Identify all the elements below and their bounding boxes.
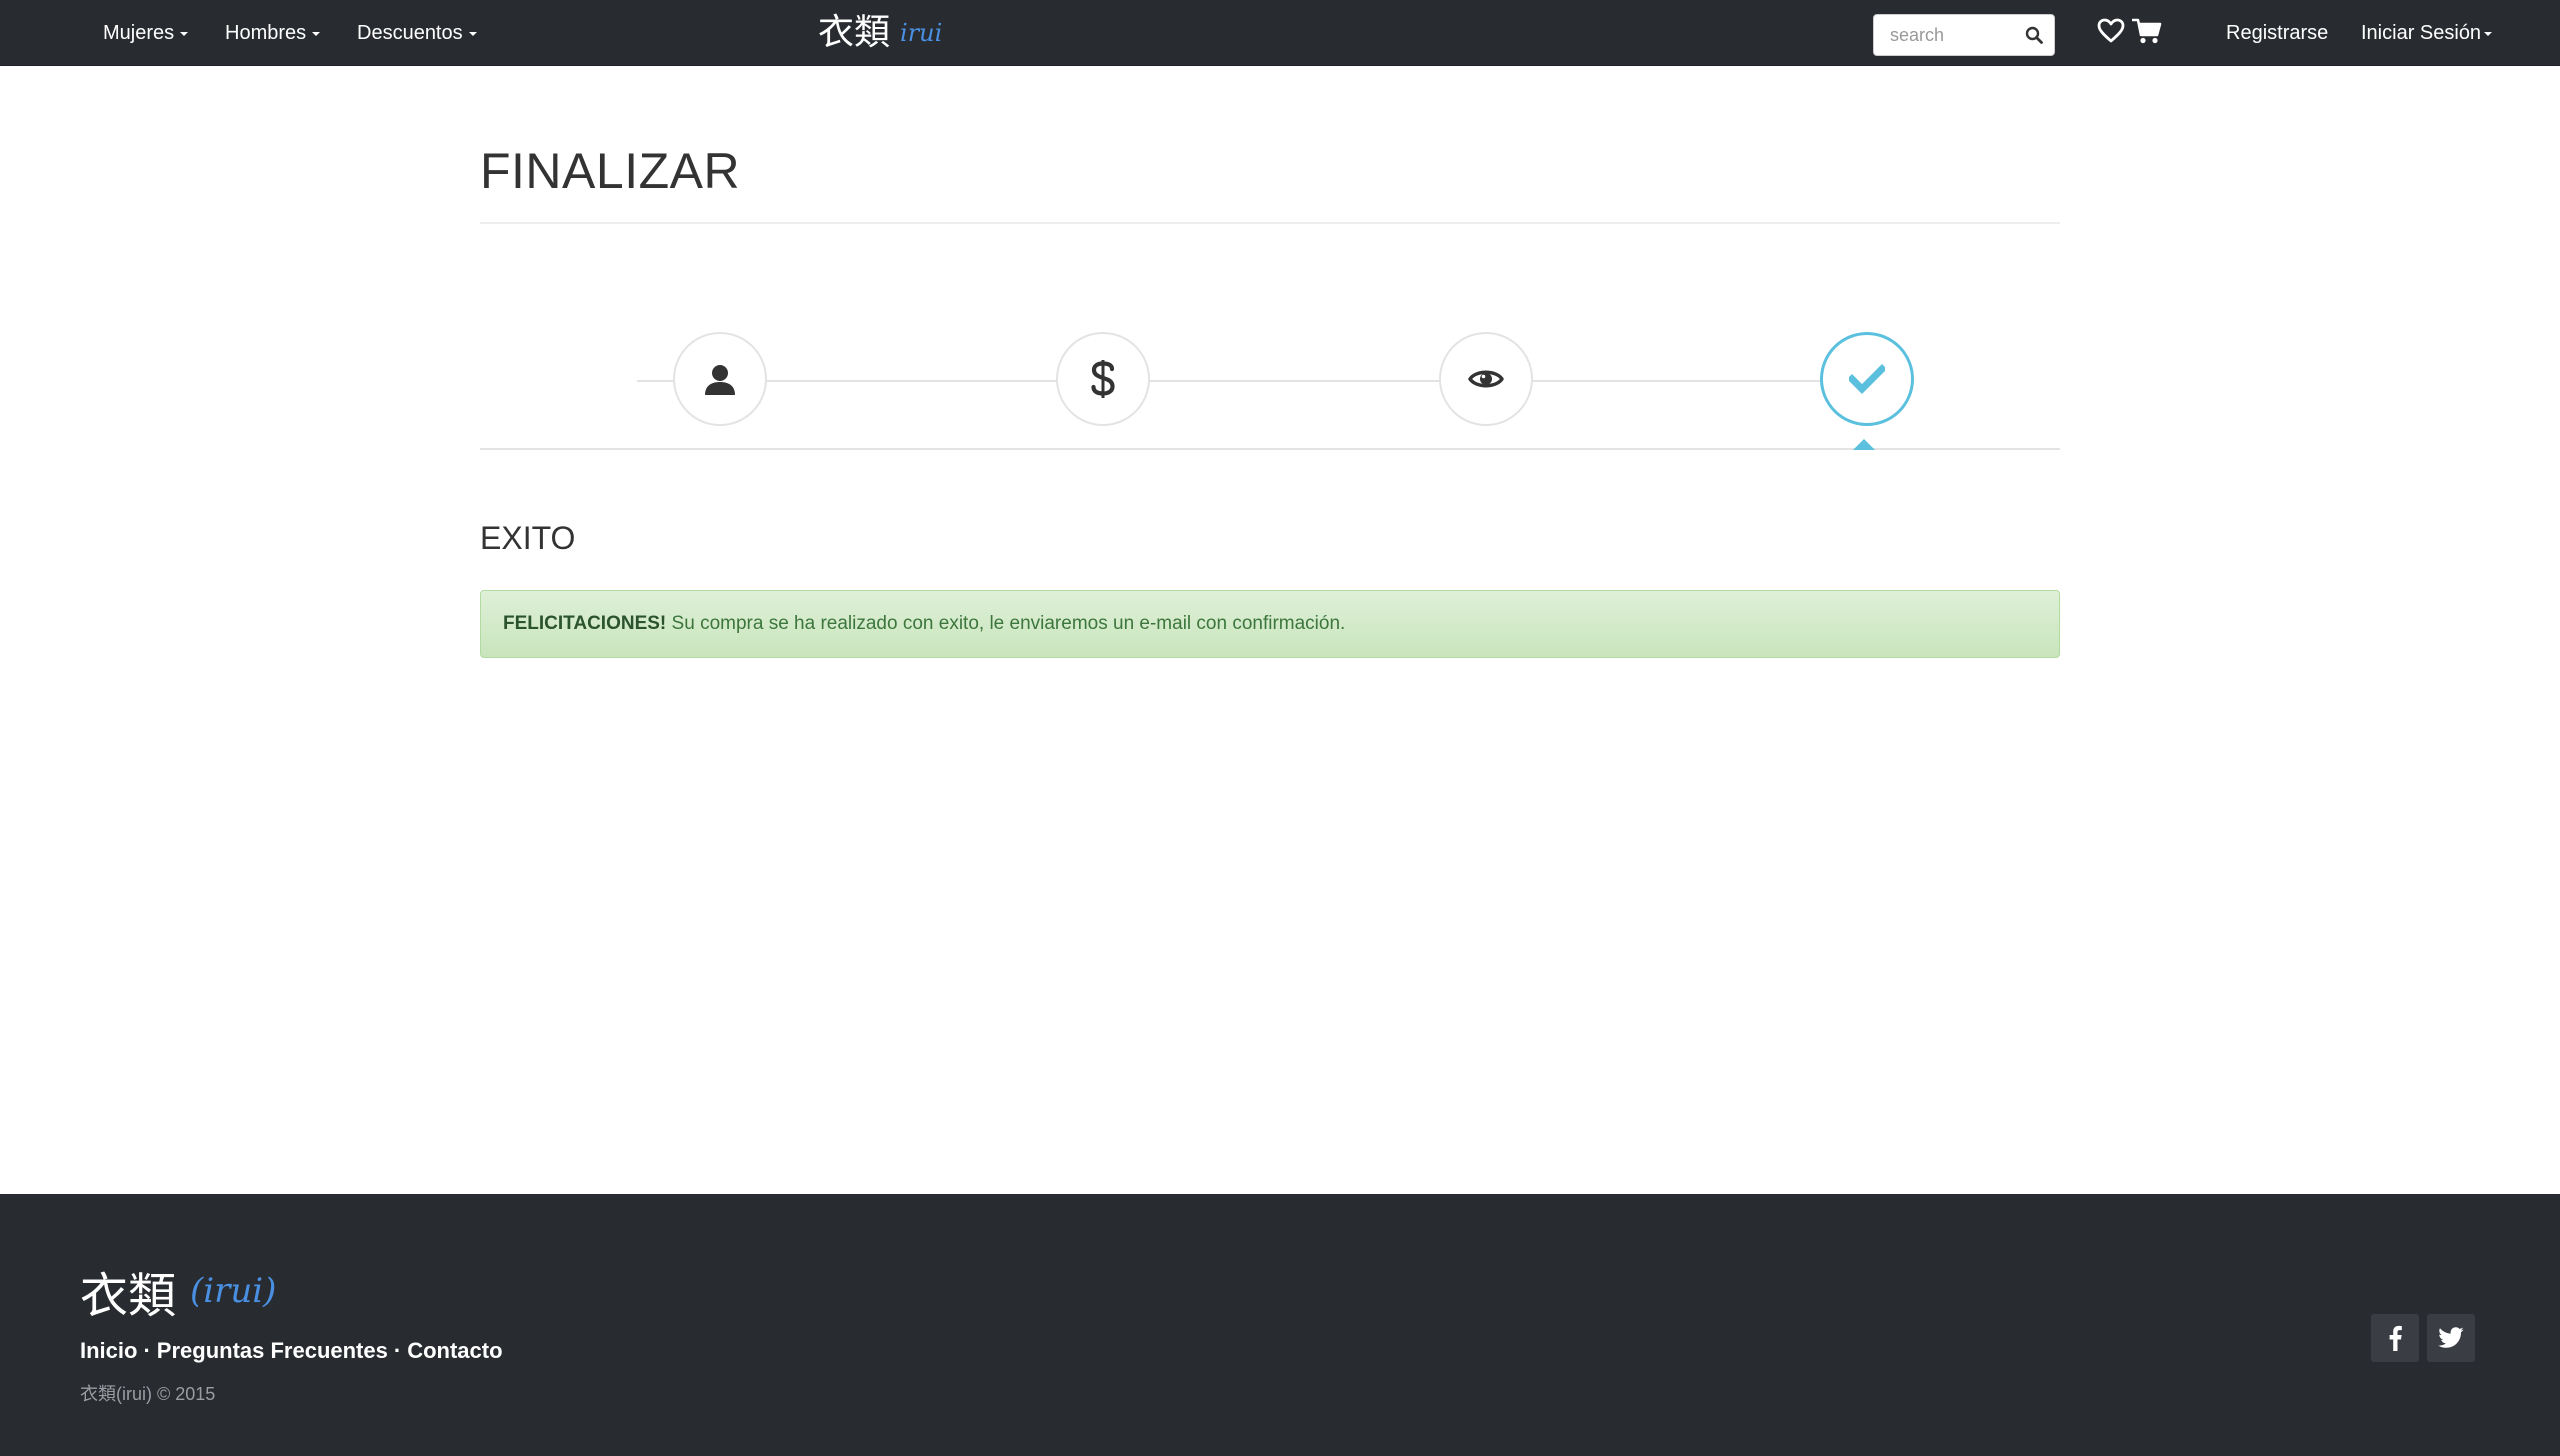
footer-link-faq[interactable]: Preguntas Frecuentes xyxy=(157,1338,388,1363)
wizard-bottom-divider xyxy=(480,448,2060,450)
wizard-step-review[interactable] xyxy=(1439,332,1533,426)
success-alert: FELICITACIONES! Su compra se ha realizad… xyxy=(480,590,2060,658)
section-title: EXITO xyxy=(480,520,576,556)
wizard-step-account[interactable] xyxy=(673,332,767,426)
footer-links: Inicio · Preguntas Frecuentes · Contacto xyxy=(80,1338,503,1364)
cart-button[interactable] xyxy=(2130,14,2164,48)
divider xyxy=(480,222,2060,224)
footer-brand-roman: (irui) xyxy=(190,1271,277,1311)
footer-link-inicio[interactable]: Inicio xyxy=(80,1338,137,1363)
checkout-wizard xyxy=(480,330,2060,454)
footer-link-contacto[interactable]: Contacto xyxy=(407,1338,502,1363)
footer-separator: · xyxy=(143,1338,151,1363)
dollar-icon xyxy=(1091,360,1115,398)
search-button[interactable] xyxy=(2014,15,2054,55)
nav-dropdown-mujeres[interactable]: Mujeres xyxy=(103,0,189,66)
twitter-icon xyxy=(2438,1327,2464,1348)
footer-brand[interactable]: 衣類 (irui) xyxy=(80,1256,276,1326)
nav-label-hombres: Hombres xyxy=(225,22,307,44)
facebook-icon xyxy=(2389,1325,2402,1351)
caret-down-icon xyxy=(468,31,477,36)
user-icon xyxy=(705,365,735,395)
nav-label-mujeres: Mujeres xyxy=(103,22,175,44)
check-icon xyxy=(1849,364,1885,394)
wizard-step-complete[interactable] xyxy=(1820,332,1914,426)
wizard-step-payment[interactable] xyxy=(1056,332,1150,426)
caret-down-icon xyxy=(180,31,189,36)
caret-down-icon xyxy=(2484,31,2493,36)
register-link[interactable]: Registrarse xyxy=(2226,0,2328,66)
search-input[interactable] xyxy=(1874,15,2014,55)
nav-dropdown-descuentos[interactable]: Descuentos xyxy=(357,0,477,66)
footer: 衣類 (irui) Inicio · Preguntas Frecuentes · Con… xyxy=(0,1194,2560,1456)
copyright: 衣類(irui) © 2015 xyxy=(80,1384,216,1404)
page-title: FINALIZAR xyxy=(480,143,741,199)
footer-brand-kanji: 衣類 xyxy=(80,1268,177,1324)
brand-roman: irui xyxy=(900,19,943,47)
heart-icon xyxy=(2097,18,2125,43)
brand-logo[interactable]: 衣類 irui xyxy=(818,8,942,58)
search-icon xyxy=(2025,26,2043,44)
nav-dropdown-hombres[interactable]: Hombres xyxy=(225,0,321,66)
alert-message: Su compra se ha realizado con exito, le … xyxy=(666,613,1346,634)
login-dropdown[interactable]: Iniciar Sesión xyxy=(2361,0,2493,66)
nav-label-descuentos: Descuentos xyxy=(357,22,463,44)
shopping-cart-icon xyxy=(2132,18,2162,44)
login-label: Iniciar Sesión xyxy=(2361,22,2482,44)
alert-strong: FELICITACIONES! xyxy=(503,613,667,634)
search-form xyxy=(1873,14,2055,56)
eye-icon xyxy=(1468,370,1504,388)
wishlist-button[interactable] xyxy=(2094,14,2128,48)
twitter-button[interactable] xyxy=(2427,1314,2475,1362)
top-navbar: Mujeres Hombres Descuentos 衣類 irui Regist… xyxy=(0,0,2560,66)
active-step-indicator xyxy=(1853,439,1875,450)
footer-separator: · xyxy=(393,1338,402,1363)
facebook-button[interactable] xyxy=(2371,1314,2419,1362)
brand-kanji: 衣類 xyxy=(818,12,891,53)
wizard-connector-line xyxy=(637,380,1911,382)
caret-down-icon xyxy=(312,31,321,36)
